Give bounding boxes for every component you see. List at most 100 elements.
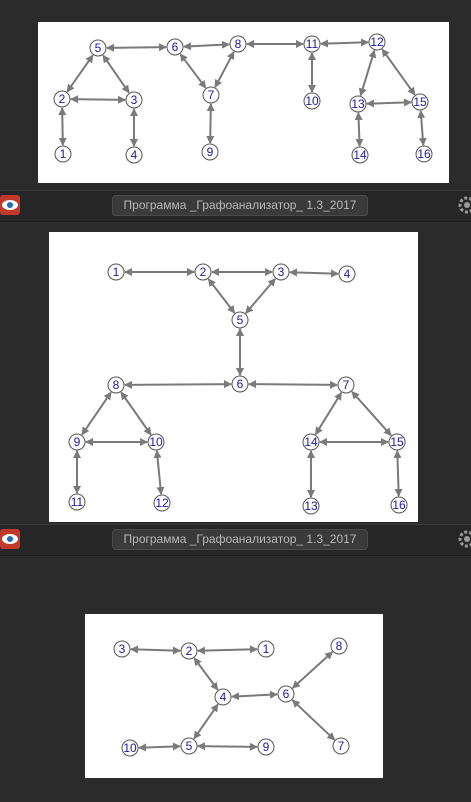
node-label: 16 — [392, 498, 406, 512]
graph-node[interactable]: 4 — [214, 688, 232, 706]
graph-edge — [207, 278, 236, 314]
node-label: 3 — [119, 642, 126, 656]
graph-node[interactable]: 4 — [125, 146, 143, 164]
graph-node[interactable]: 11 — [68, 493, 86, 511]
node-label: 6 — [237, 377, 244, 391]
node-label: 9 — [263, 740, 270, 754]
graph-node[interactable]: 5 — [89, 39, 107, 57]
graph-node[interactable]: 6 — [231, 375, 249, 393]
graph-edge — [381, 48, 416, 96]
node-label: 8 — [235, 37, 242, 51]
node-label: 16 — [417, 147, 431, 161]
node-label: 4 — [344, 267, 351, 281]
graph-node[interactable]: 3 — [113, 640, 131, 658]
app-eye-icon[interactable] — [0, 529, 20, 549]
graph-node[interactable]: 12 — [368, 33, 386, 51]
graph-node[interactable]: 1 — [107, 263, 125, 281]
node-label: 15 — [413, 95, 427, 109]
graph-node[interactable]: 2 — [53, 90, 71, 108]
graph-node[interactable]: 10 — [303, 92, 321, 110]
graph-edge — [69, 95, 127, 104]
graph-node[interactable]: 16 — [390, 496, 408, 514]
graph-edge — [319, 38, 370, 48]
node-label: 1 — [60, 147, 67, 161]
graph-node[interactable]: 4 — [338, 265, 356, 283]
graph-canvas-3[interactable]: 1 2 3 4 5 6 7 8 9 10 — [85, 614, 383, 778]
window-title: Программа _Графоанализатор_ 1.3_2017 — [112, 529, 368, 550]
graph-node[interactable]: 12 — [153, 494, 171, 512]
graph-node[interactable]: 7 — [337, 376, 355, 394]
graph-node[interactable]: 11 — [303, 35, 321, 53]
graph-edge — [58, 106, 67, 147]
node-label: 2 — [200, 265, 207, 279]
app-eye-icon[interactable] — [0, 195, 20, 215]
window-titlebar-1[interactable]: Программа _Графоанализатор_ 1.3_2017 — [0, 190, 471, 222]
graph-edge — [314, 391, 343, 436]
window-titlebar-2[interactable]: Программа _Графоанализатор_ 1.3_2017 — [0, 524, 471, 556]
graph-node[interactable]: 13 — [302, 497, 320, 515]
graph-node[interactable]: 9 — [68, 433, 86, 451]
graph-view-2: 1 2 3 456 789 1011 12 1314 1516 — [68, 263, 408, 515]
graph-edge — [179, 53, 207, 89]
graph-view-1: 12 345 67891011 1213141516 — [53, 33, 433, 164]
graph-edge — [196, 645, 259, 655]
graph-node[interactable]: 10 — [121, 739, 139, 757]
graph-edge — [247, 380, 339, 389]
graph-node[interactable]: 6 — [277, 685, 295, 703]
graph-edge — [365, 98, 413, 108]
node-label: 14 — [304, 435, 318, 449]
node-label: 7 — [338, 739, 345, 753]
graph-node[interactable]: 1 — [54, 145, 72, 163]
graph-node[interactable]: 7 — [332, 737, 350, 755]
graph-node[interactable]: 14 — [351, 146, 369, 164]
node-label: 3 — [278, 265, 285, 279]
graph-edge — [214, 51, 235, 88]
graph-node[interactable]: 7 — [202, 86, 220, 104]
graph-node[interactable]: 6 — [166, 38, 184, 56]
graph-node[interactable]: 15 — [388, 433, 406, 451]
graph-node[interactable]: 8 — [107, 376, 125, 394]
node-label: 10 — [123, 741, 137, 755]
graph-edge — [102, 54, 130, 94]
gear-icon[interactable] — [458, 530, 471, 548]
node-label: 10 — [149, 435, 163, 449]
node-label: 11 — [306, 37, 319, 51]
graph-node[interactable]: 10 — [147, 433, 165, 451]
node-label: 11 — [71, 495, 84, 509]
graph-node[interactable]: 1 — [257, 640, 275, 658]
graph-node[interactable]: 5 — [180, 737, 198, 755]
graph-edge — [417, 109, 427, 147]
graph-node[interactable]: 13 — [349, 95, 367, 113]
graph-node[interactable]: 2 — [180, 642, 198, 660]
graph-node[interactable]: 3 — [272, 263, 290, 281]
node-label: 2 — [186, 644, 193, 658]
graph-node[interactable]: 14 — [302, 433, 320, 451]
graph-node[interactable]: 3 — [125, 91, 143, 109]
node-label: 1 — [263, 642, 270, 656]
window-title-text: Программа _Графоанализатор_ 1.3_2017 — [123, 532, 357, 546]
graph-view-3: 1 2 3 4 5 6 7 8 9 10 — [113, 637, 350, 757]
graph-canvas-1[interactable]: 1 2 3 4 5 6 7 8 9 10 11 12 13 14 15 16 — [38, 22, 449, 183]
graph-node[interactable]: 8 — [229, 35, 247, 53]
graph-node[interactable]: 5 — [231, 311, 249, 329]
node-label: 13 — [304, 499, 318, 513]
node-label: 10 — [305, 94, 319, 108]
graph-node[interactable]: 9 — [201, 143, 219, 161]
node-label: 5 — [237, 313, 244, 327]
node-label: 8 — [336, 639, 343, 653]
node-label: 4 — [220, 690, 227, 704]
graph-node[interactable]: 8 — [330, 637, 348, 655]
node-label: 9 — [207, 145, 214, 159]
graph-node[interactable]: 9 — [257, 738, 275, 756]
graph-node[interactable]: 15 — [411, 93, 429, 111]
node-label: 8 — [113, 378, 120, 392]
graph-canvas-2[interactable]: 1 2 3 4 5 6 7 8 9 10 11 12 13 14 15 16 — [49, 232, 418, 522]
graph-node[interactable]: 16 — [415, 145, 433, 163]
gear-icon[interactable] — [458, 196, 471, 214]
graph-edge — [291, 651, 334, 689]
node-label: 15 — [390, 435, 404, 449]
graph-edge — [182, 40, 231, 51]
node-label: 7 — [343, 378, 350, 392]
graph-node[interactable]: 2 — [194, 263, 212, 281]
node-label: 4 — [131, 148, 138, 162]
